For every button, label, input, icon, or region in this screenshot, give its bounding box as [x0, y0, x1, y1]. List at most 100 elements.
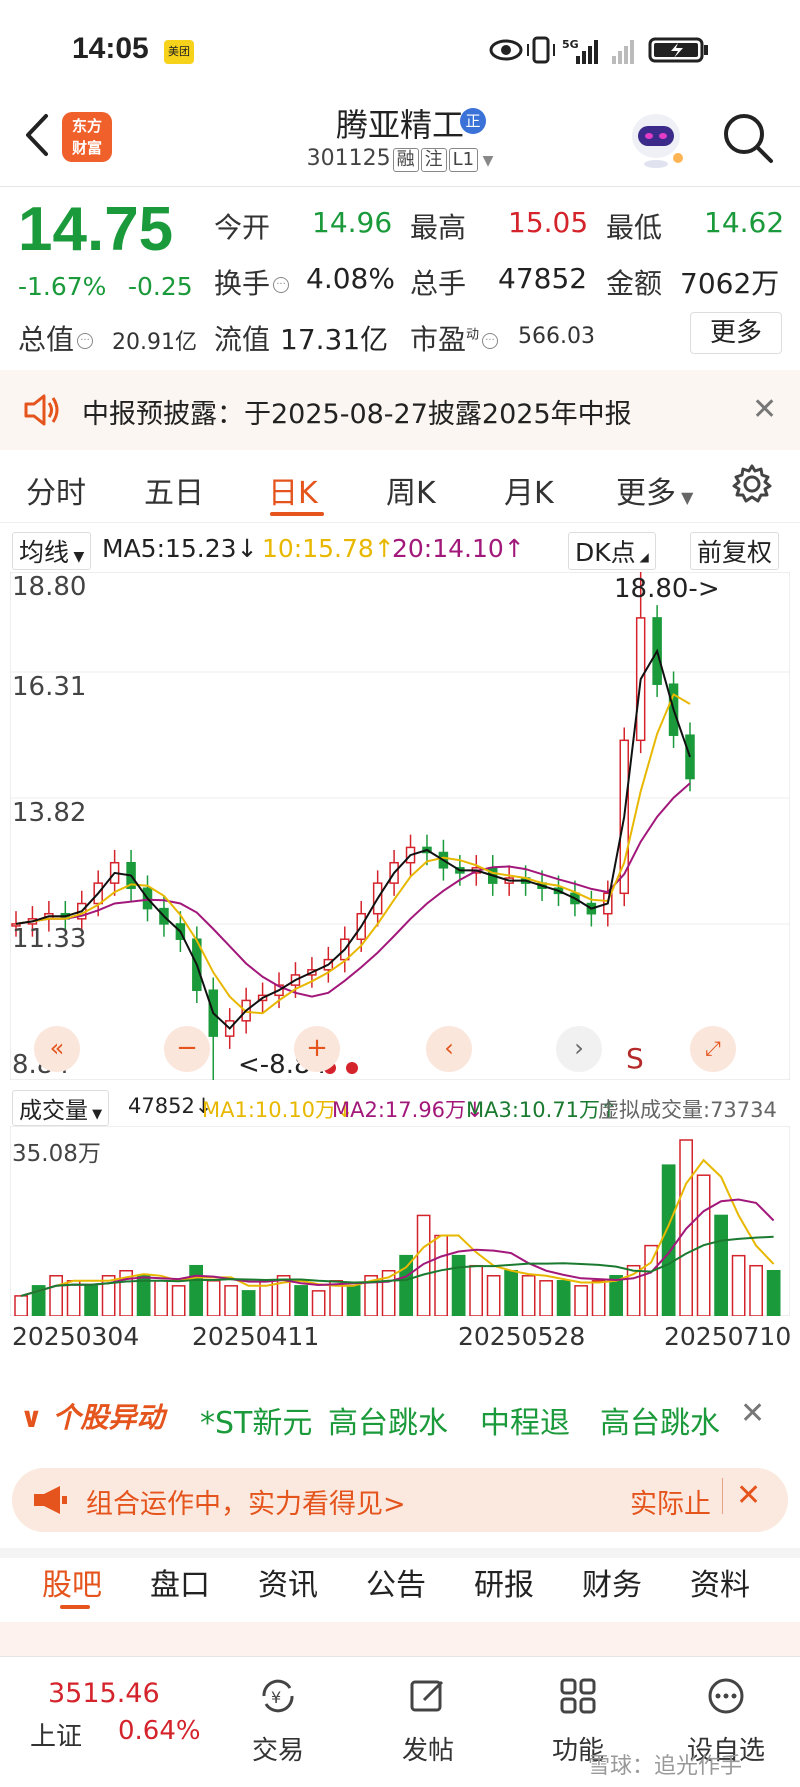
close-icon[interactable]: ✕ [740, 1396, 765, 1431]
vibrate-icon [527, 36, 555, 64]
turnover-label[interactable]: 换手 ··· [214, 262, 292, 302]
signal-icon [576, 40, 598, 64]
robot-assistant-icon[interactable] [622, 106, 690, 170]
low-value: 14.62 [704, 206, 785, 239]
amount-value: 7062万 [680, 267, 780, 300]
date-label: 20250528 [458, 1322, 586, 1351]
speaker-icon [24, 394, 59, 426]
dropdown-caret-icon: ▼ [478, 153, 494, 169]
price-axis-label: 18.80 [12, 572, 87, 602]
volume-bar [486, 1275, 501, 1316]
volume-bar [206, 1280, 221, 1316]
zoom-out-button[interactable]: − [164, 1026, 210, 1072]
volume-bar [644, 1244, 658, 1316]
ma20-value: 20:14.10↑ [392, 534, 525, 563]
gear-icon[interactable] [730, 462, 774, 506]
prev-button[interactable]: ‹ [426, 1026, 472, 1072]
tab-guba[interactable]: 股吧 [42, 1560, 102, 1604]
info-icon: ··· [273, 277, 290, 293]
volume-bar [294, 1285, 308, 1316]
dot-marker [346, 1062, 358, 1074]
search-icon[interactable] [718, 108, 778, 168]
date-label: 20250710 [664, 1322, 792, 1351]
tab-daily-k[interactable]: 日K [268, 468, 318, 512]
tab-research[interactable]: 研报 [474, 1560, 534, 1604]
volume-bar [591, 1280, 606, 1316]
volume-label: 总手 [410, 267, 467, 300]
eye-icon [489, 39, 523, 61]
tab-finance[interactable]: 财务 [582, 1560, 642, 1604]
virtual-volume: 虚拟成交量:73734 [598, 1098, 777, 1122]
volume-bar [451, 1254, 466, 1316]
tab-profile[interactable]: 资料 [690, 1560, 750, 1604]
svg-text:5G: 5G [562, 38, 579, 51]
nav-trade[interactable]: ¥ 交易 [228, 1676, 328, 1767]
pe-value: 566.03 [518, 324, 595, 349]
meituan-icon: 美团 [164, 40, 194, 64]
high-value: 15.05 [508, 206, 589, 239]
tag-level: L1 [448, 148, 479, 172]
promo-text: 组合运作中，实力看得见> [86, 1489, 406, 1520]
grid-icon [560, 1678, 596, 1714]
fullscreen-icon[interactable]: ⤢ [690, 1026, 736, 1072]
open-value: 14.96 [312, 206, 393, 239]
dk-point-button[interactable]: DK点 ◢ [568, 532, 656, 570]
date-label: 20250411 [192, 1322, 320, 1351]
divider [0, 522, 800, 523]
ma10-value: 10:15.78↑ [262, 534, 395, 563]
tab-more[interactable]: 更多 ▼ [616, 468, 693, 512]
tab-news[interactable]: 资讯 [258, 1560, 318, 1604]
notice-text: 中报预披露：于2025-08-27披露2025年中报 [82, 399, 632, 430]
ma-selector[interactable]: 均线 ▼ [12, 532, 92, 570]
chevron-down-icon: ∨ [20, 1401, 53, 1434]
mktcap-label[interactable]: 总值 ··· [18, 318, 96, 358]
zheng-badge: 正 [460, 108, 486, 134]
volume-bar [224, 1285, 238, 1316]
tab-announcements[interactable]: 公告 [366, 1560, 426, 1604]
volume-chart[interactable] [10, 1126, 790, 1316]
volume-value: 47852↓ [128, 1094, 213, 1118]
next-button[interactable]: › [556, 1026, 602, 1072]
alert-item[interactable]: 中程退 [480, 1398, 570, 1442]
alert-item[interactable]: 高台跳水 [328, 1398, 448, 1442]
volume-bar [574, 1285, 588, 1316]
volume-bar [346, 1285, 361, 1316]
float-label: 流值 [214, 323, 271, 356]
index-name[interactable]: 上证 [30, 1716, 82, 1753]
close-icon[interactable]: ✕ [752, 392, 777, 427]
tab-pankou[interactable]: 盘口 [150, 1560, 210, 1604]
volume-bar [399, 1254, 413, 1316]
tab-monthly-k[interactable]: 月K [504, 468, 554, 512]
index-change[interactable]: 0.64% [118, 1716, 201, 1746]
change-amount: -0.25 [128, 272, 193, 301]
volume-bar [504, 1269, 518, 1316]
battery-icon [648, 37, 708, 63]
index-value[interactable]: 3515.46 [48, 1678, 160, 1709]
volume-bar [539, 1280, 553, 1316]
tab-intraday[interactable]: 分时 [26, 468, 86, 512]
zoom-in-button[interactable]: + [294, 1026, 340, 1072]
rewind-button[interactable]: « [34, 1026, 80, 1072]
volume-selector[interactable]: 成交量 ▼ [12, 1090, 110, 1126]
info-icon: ··· [77, 333, 94, 349]
kline-chart[interactable] [10, 572, 790, 1080]
nav-post[interactable]: 发帖 [378, 1676, 478, 1767]
close-icon[interactable]: ✕ [736, 1478, 761, 1513]
price-axis-label: 11.33 [12, 924, 87, 954]
adjust-mode-button[interactable]: 前复权 [690, 532, 780, 570]
tab-five-day[interactable]: 五日 [144, 468, 204, 512]
volume-bar [469, 1264, 483, 1316]
high-label: 最高 [410, 211, 467, 244]
volume-bar [521, 1275, 536, 1316]
date-label: 20250304 [12, 1322, 140, 1351]
volume-bar [731, 1254, 746, 1316]
alert-item[interactable]: *ST新元 [200, 1398, 312, 1442]
open-label: 今开 [214, 211, 271, 244]
volume-bar [416, 1214, 431, 1316]
vol-ma2: MA2:17.96万↓ [332, 1098, 484, 1122]
info-icon: ··· [482, 333, 499, 349]
more-button[interactable]: 更多 [690, 312, 782, 354]
alert-item[interactable]: 高台跳水 [600, 1398, 720, 1442]
pe-label: 市盈动 ··· [410, 318, 501, 358]
tab-weekly-k[interactable]: 周K [386, 468, 436, 512]
